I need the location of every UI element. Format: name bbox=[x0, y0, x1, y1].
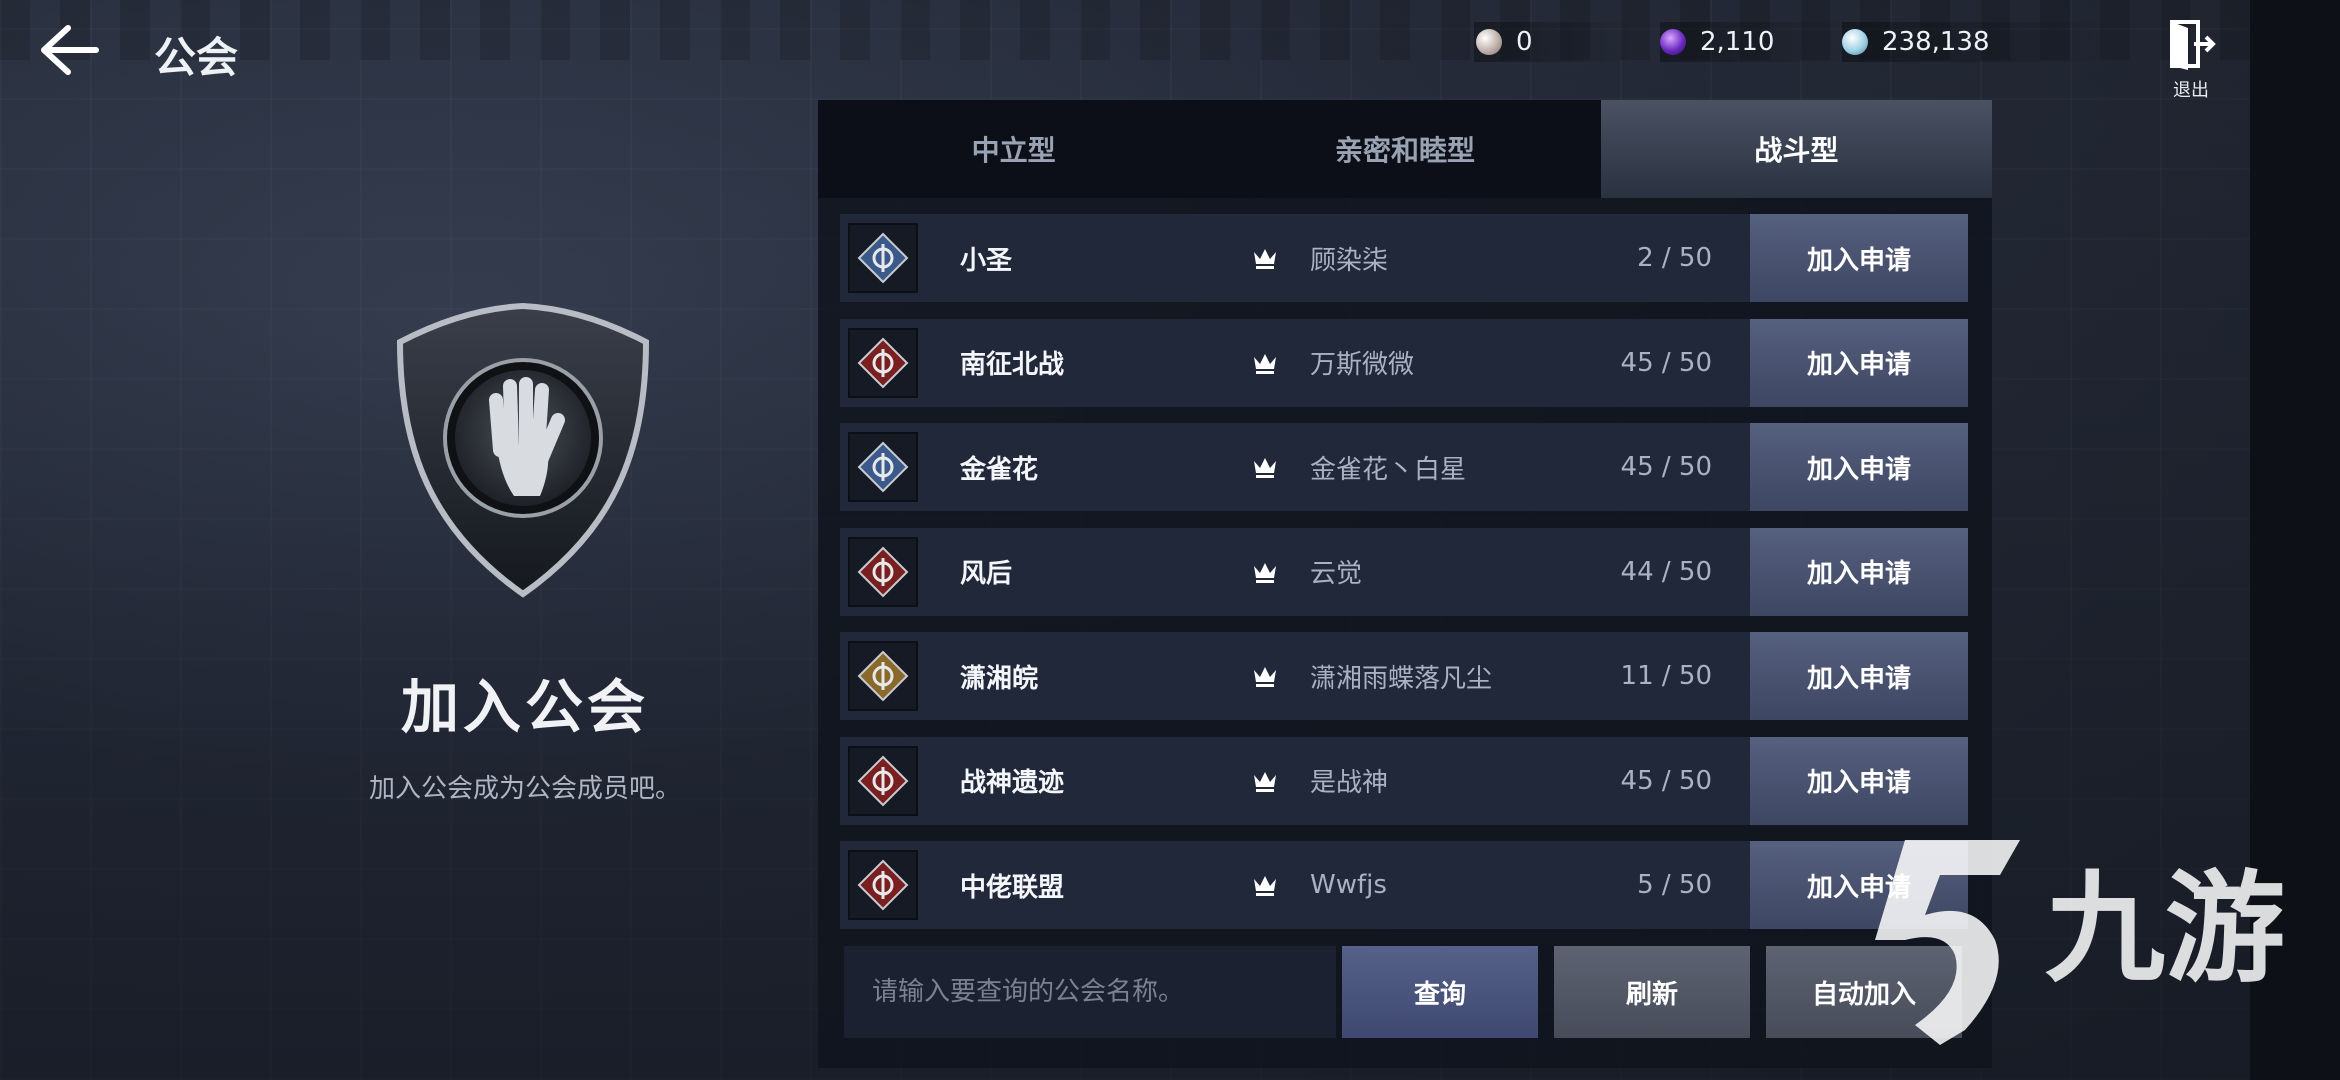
guild-row: 中佬联盟 Wwfjs 5 / 50 加入申请 bbox=[840, 841, 1968, 929]
apply-join-button[interactable]: 加入申请 bbox=[1750, 214, 1968, 302]
pearl-coin-icon bbox=[1476, 29, 1502, 55]
currency-pearl: 0 bbox=[1474, 22, 1634, 62]
guild-row: 金雀花 金雀花丶白星 45 / 50 加入申请 bbox=[840, 423, 1968, 511]
guild-name: 南征北战 bbox=[960, 350, 1065, 380]
guild-leader: 万斯微微 bbox=[1310, 350, 1415, 380]
guild-leader: 是战神 bbox=[1310, 768, 1389, 798]
crown-icon bbox=[1254, 562, 1276, 583]
guild-row: 潇湘皖 潇湘雨蝶落凡尘 11 / 50 加入申请 bbox=[840, 632, 1968, 720]
currency-value: 0 bbox=[1516, 27, 1533, 57]
refresh-button[interactable]: 刷新 bbox=[1554, 946, 1750, 1038]
watermark-text: 九游 bbox=[2045, 860, 2285, 999]
guild-leader: 顾染柒 bbox=[1310, 245, 1389, 276]
currency-value: 238,138 bbox=[1882, 27, 1990, 57]
guild-emblem-icon bbox=[848, 223, 918, 293]
guild-member-count: 45 / 50 bbox=[1620, 347, 1712, 378]
exit-button[interactable]: 退出 bbox=[2162, 18, 2220, 101]
guild-member-count: 45 / 50 bbox=[1620, 765, 1712, 796]
back-arrow-icon[interactable] bbox=[34, 22, 104, 78]
guild-emblem-icon bbox=[848, 327, 918, 398]
guild-row: 风后 云觉 44 / 50 加入申请 bbox=[840, 527, 1968, 616]
guild-row: 战神遗迹 是战神 45 / 50 加入申请 bbox=[840, 736, 1968, 825]
guild-name: 潇湘皖 bbox=[960, 663, 1039, 694]
apply-join-button[interactable]: 加入申请 bbox=[1750, 318, 1968, 407]
crown-icon bbox=[1254, 771, 1276, 792]
guild-leader: 金雀花丶白星 bbox=[1310, 454, 1467, 485]
guild-name: 金雀花 bbox=[960, 454, 1039, 485]
guild-leader: Wwfjs bbox=[1310, 870, 1387, 900]
guild-name: 中佬联盟 bbox=[960, 872, 1065, 903]
guild-emblem-icon bbox=[848, 745, 918, 816]
guild-emblem-icon bbox=[848, 432, 918, 502]
guild-list-panel: 中立型 亲密和睦型 战斗型 小圣 顾染柒 2 / 50 加入申请 南征北战 万斯… bbox=[818, 100, 1992, 1068]
exit-label: 退出 bbox=[2173, 80, 2209, 101]
tab-friendly[interactable]: 亲密和睦型 bbox=[1209, 100, 1601, 198]
guild-emblem-icon bbox=[848, 850, 918, 920]
apply-join-button[interactable]: 加入申请 bbox=[1750, 736, 1968, 825]
guild-row: 小圣 顾染柒 2 / 50 加入申请 bbox=[840, 214, 1968, 302]
jiuyou-watermark-logo: 九游 bbox=[1845, 830, 2295, 1060]
crown-icon bbox=[1254, 458, 1276, 478]
currency-silver: 238,138 bbox=[1842, 22, 2112, 62]
page-title: 公会 bbox=[154, 33, 239, 82]
query-button[interactable]: 查询 bbox=[1342, 946, 1538, 1038]
guild-crest-emblem bbox=[392, 300, 654, 600]
guild-leader: 潇湘雨蝶落凡尘 bbox=[1310, 663, 1493, 694]
guild-row: 南征北战 万斯微微 45 / 50 加入申请 bbox=[840, 318, 1968, 407]
exit-door-icon bbox=[2170, 20, 2216, 70]
guild-emblem-icon bbox=[848, 536, 918, 607]
crown-icon bbox=[1254, 249, 1276, 269]
guild-emblem-icon bbox=[848, 641, 918, 711]
crown-icon bbox=[1254, 667, 1276, 687]
guild-member-count: 45 / 50 bbox=[1620, 452, 1712, 482]
guild-type-tabs: 中立型 亲密和睦型 战斗型 bbox=[818, 100, 1992, 198]
guild-leader: 云觉 bbox=[1310, 559, 1363, 589]
purple-gem-icon bbox=[1660, 29, 1686, 55]
apply-join-button[interactable]: 加入申请 bbox=[1750, 423, 1968, 511]
crown-icon bbox=[1254, 876, 1276, 896]
guild-name: 风后 bbox=[960, 559, 1013, 589]
join-guild-subtitle: 加入公会成为公会成员吧。 bbox=[368, 774, 681, 804]
silver-coin-icon bbox=[1842, 29, 1868, 55]
guild-name: 小圣 bbox=[960, 245, 1013, 276]
crown-icon bbox=[1254, 353, 1276, 374]
currency-value: 2,110 bbox=[1700, 27, 1775, 57]
apply-join-button[interactable]: 加入申请 bbox=[1750, 632, 1968, 720]
currency-purple-gem: 2,110 bbox=[1660, 22, 1850, 62]
guild-name: 战神遗迹 bbox=[960, 768, 1065, 798]
guild-member-count: 11 / 50 bbox=[1620, 661, 1712, 691]
guild-member-count: 5 / 50 bbox=[1637, 870, 1712, 900]
tab-neutral[interactable]: 中立型 bbox=[818, 100, 1210, 198]
guild-member-count: 44 / 50 bbox=[1620, 556, 1712, 587]
tab-combat[interactable]: 战斗型 bbox=[1600, 100, 1992, 198]
join-guild-title: 加入公会 bbox=[400, 673, 649, 741]
guild-member-count: 2 / 50 bbox=[1637, 243, 1712, 273]
apply-join-button[interactable]: 加入申请 bbox=[1750, 527, 1968, 616]
guild-search-input[interactable] bbox=[844, 946, 1336, 1038]
